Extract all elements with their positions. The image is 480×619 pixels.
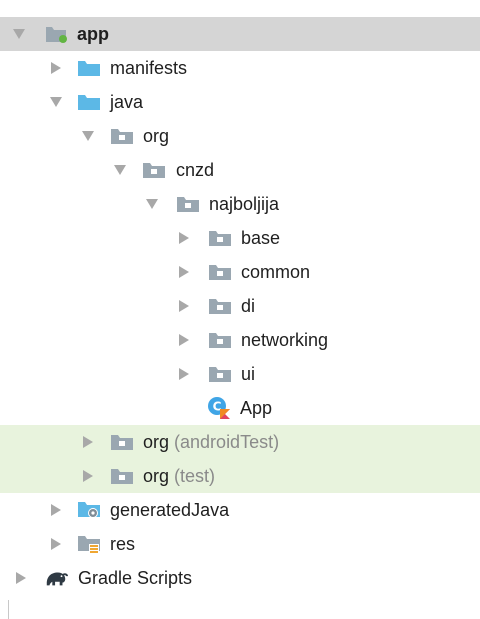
tree-row-java[interactable]: java <box>0 85 480 119</box>
resources-folder-icon <box>77 527 101 561</box>
tree-row-networking[interactable]: networking <box>0 323 480 357</box>
tree-row-org[interactable]: org <box>0 119 480 153</box>
package-icon <box>208 323 232 357</box>
tree-row-org-test[interactable]: org (test) <box>0 459 480 493</box>
tree-row-najboljija[interactable]: najboljija <box>0 187 480 221</box>
tree-label-text: org <box>143 466 170 486</box>
tree-label-org-android-test: org (androidTest) <box>143 425 279 459</box>
tree-row-app-class[interactable]: C App <box>0 391 480 425</box>
tree-label-app-class: App <box>240 398 273 418</box>
tree-label-common: common <box>241 262 311 282</box>
source-folder-icon <box>77 85 101 119</box>
tree-row-res[interactable]: res <box>0 527 480 561</box>
expand-arrow-icon[interactable] <box>144 187 160 221</box>
tree-row-ui[interactable]: ui <box>0 357 480 391</box>
package-icon <box>142 153 166 187</box>
expand-arrow-icon[interactable] <box>80 119 96 153</box>
collapse-arrow-icon[interactable] <box>176 289 192 323</box>
collapse-arrow-icon[interactable] <box>176 221 192 255</box>
tree-row-manifests[interactable]: manifests <box>0 51 480 85</box>
tree-row-base[interactable]: base <box>0 221 480 255</box>
collapse-arrow-icon[interactable] <box>80 425 96 459</box>
tree-label-manifests: manifests <box>110 58 188 78</box>
package-icon <box>110 459 134 493</box>
expand-arrow-icon[interactable] <box>112 153 128 187</box>
collapse-arrow-icon[interactable] <box>176 357 192 391</box>
tree-row-common[interactable]: common <box>0 255 480 289</box>
collapse-arrow-icon[interactable] <box>48 51 64 85</box>
collapse-arrow-icon[interactable] <box>48 527 64 561</box>
tree-label-org: org <box>143 126 170 146</box>
tree-row-cnzd[interactable]: cnzd <box>0 153 480 187</box>
package-icon <box>208 221 232 255</box>
kotlin-class-icon: C <box>207 391 231 425</box>
tree-label-generated-java: generatedJava <box>110 500 230 520</box>
tree-label-di: di <box>241 296 256 316</box>
tree-label-base: base <box>241 228 281 248</box>
expand-arrow-icon[interactable] <box>48 85 64 119</box>
source-set-suffix: (androidTest) <box>174 432 280 452</box>
tree-row-generated-java[interactable]: generatedJava <box>0 493 480 527</box>
project-tree: app manifests java org cnzd najboljija b… <box>0 0 480 619</box>
source-set-suffix: (test) <box>174 466 216 486</box>
package-icon <box>110 425 134 459</box>
package-icon <box>176 187 200 221</box>
tree-label-org-test: org (test) <box>143 459 215 493</box>
collapse-arrow-icon[interactable] <box>176 323 192 357</box>
scroll-edge-divider <box>8 600 9 619</box>
tree-label-res: res <box>110 534 136 554</box>
tree-row-app[interactable]: app <box>0 17 480 51</box>
collapse-arrow-icon[interactable] <box>13 561 29 595</box>
package-icon <box>208 289 232 323</box>
generated-folder-icon <box>77 493 101 527</box>
tree-label-cnzd: cnzd <box>176 160 215 180</box>
tree-row-org-android-test[interactable]: org (androidTest) <box>0 425 480 459</box>
expand-arrow-icon[interactable] <box>11 17 27 51</box>
collapse-arrow-icon[interactable] <box>80 459 96 493</box>
tree-label-app: app <box>77 24 110 44</box>
tree-label-ui: ui <box>241 364 256 384</box>
gradle-elephant-icon <box>44 561 68 595</box>
tree-label-gradle-scripts: Gradle Scripts <box>78 568 193 588</box>
collapse-arrow-icon[interactable] <box>48 493 64 527</box>
package-icon <box>110 119 134 153</box>
module-folder-icon <box>44 17 68 51</box>
tree-label-najboljija: najboljija <box>209 194 280 214</box>
tree-label-text: org <box>143 432 170 452</box>
package-icon <box>208 255 232 289</box>
package-icon <box>208 357 232 391</box>
tree-row-gradle-scripts[interactable]: Gradle Scripts <box>0 561 480 595</box>
tree-label-java: java <box>110 92 144 112</box>
tree-label-networking: networking <box>241 330 329 350</box>
tree-row-di[interactable]: di <box>0 289 480 323</box>
source-folder-icon <box>77 51 101 85</box>
collapse-arrow-icon[interactable] <box>176 255 192 289</box>
